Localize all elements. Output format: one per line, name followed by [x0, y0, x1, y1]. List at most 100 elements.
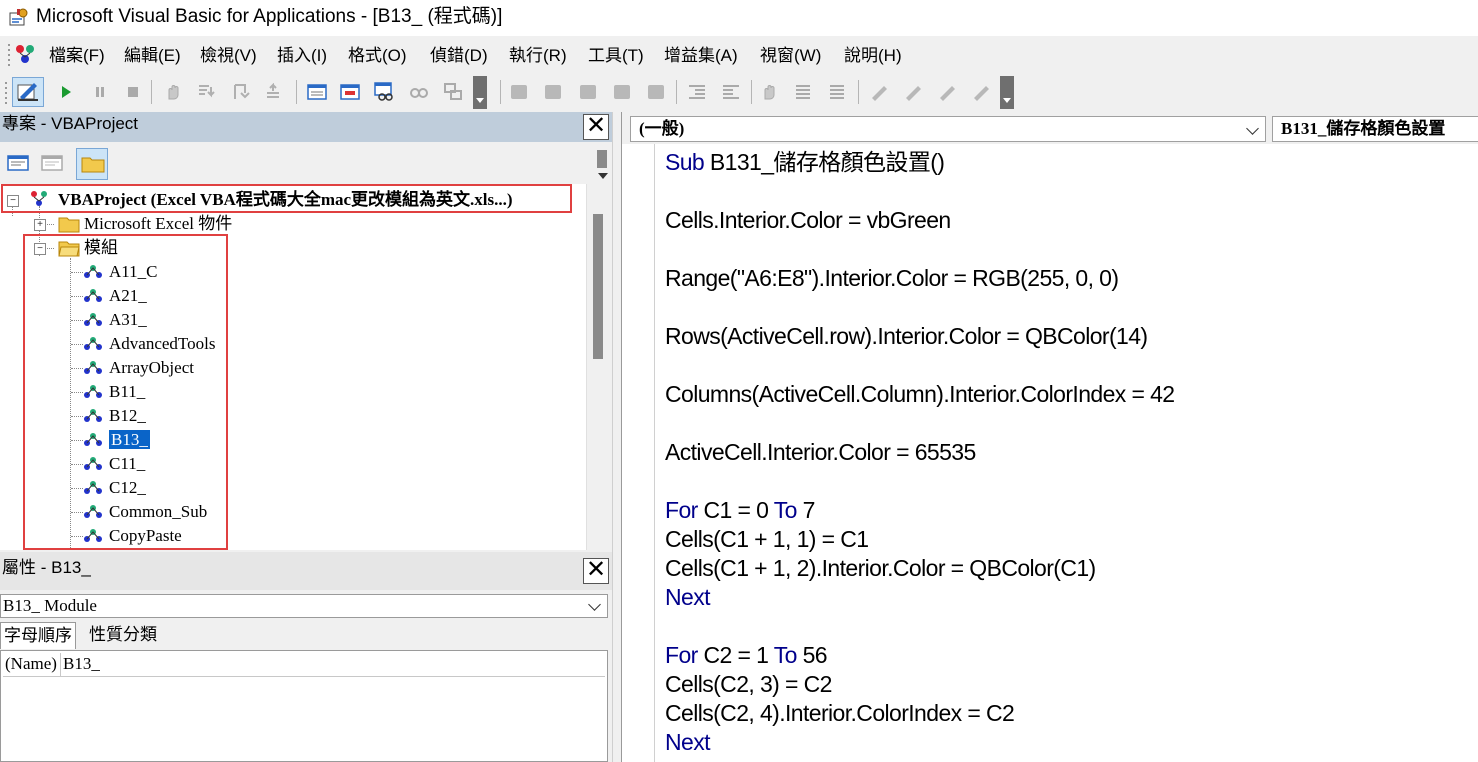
clear-bookmarks-button[interactable]: [968, 79, 994, 105]
parameter-info-icon: [614, 85, 630, 99]
code-keyword: Sub: [665, 149, 705, 175]
immediate-window-button[interactable]: [338, 79, 364, 105]
code-text: Cells(C1 + 1, 2).Interior.Color = QBColo…: [665, 555, 1096, 581]
code-line[interactable]: Cells(C2, 4).Interior.ColorIndex = C2: [665, 699, 1015, 728]
code-line[interactable]: Range("A6:E8").Interior.Color = RGB(255,…: [665, 264, 1119, 293]
code-line[interactable]: Rows(ActiveCell.row).Interior.Color = QB…: [665, 322, 1148, 351]
menu-debug[interactable]: 偵錯(D): [430, 46, 488, 66]
locals-window-button[interactable]: [304, 79, 330, 105]
menu-help[interactable]: 說明(H): [844, 46, 902, 66]
parameter-info-button[interactable]: [609, 79, 635, 105]
immediate-window-icon: [340, 84, 360, 100]
code-line[interactable]: Cells(C1 + 1, 2).Interior.Color = QBColo…: [665, 554, 1096, 583]
menu-run[interactable]: 執行(R): [509, 46, 567, 66]
view-object-button[interactable]: [40, 152, 66, 176]
code-text: C2 = 1: [697, 642, 774, 668]
menu-tools[interactable]: 工具(T): [588, 46, 644, 66]
project-scroll-up-area[interactable]: [594, 148, 612, 184]
menu-view[interactable]: 檢視(V): [200, 46, 257, 66]
menu-window[interactable]: 視窗(W): [760, 46, 821, 66]
folder-icon: [81, 157, 105, 173]
chevron-down-icon[interactable]: [1246, 122, 1259, 135]
code-editor[interactable]: Sub B131_儲存格顏色設置() Cells.Interior.Color =…: [622, 144, 1478, 762]
toolbar-grip-icon[interactable]: [4, 80, 10, 106]
outdent-button[interactable]: [718, 79, 744, 105]
menu-addins[interactable]: 增益集(A): [664, 46, 738, 66]
code-line[interactable]: Next: [665, 583, 711, 612]
chevron-down-icon[interactable]: [588, 598, 601, 611]
project-tree-scroll-thumb[interactable]: [593, 214, 603, 359]
code-line[interactable]: Sub B131_儲存格顏色設置(): [665, 148, 945, 177]
title-bar: Microsoft Visual Basic for Applications …: [0, 0, 1478, 36]
comment-block-button[interactable]: [790, 79, 816, 105]
excel-objects-expand-toggle[interactable]: +: [34, 219, 46, 231]
window-title: Microsoft Visual Basic for Applications …: [36, 6, 503, 27]
code-line[interactable]: Cells.Interior.Color = vbGreen: [665, 206, 951, 235]
code-line[interactable]: Cells(C2, 3) = C2: [665, 670, 832, 699]
vba-modules-icon: [16, 45, 34, 63]
toolbar-options-chevron[interactable]: [473, 76, 487, 109]
view-code-icon: [7, 155, 29, 171]
quick-info-icon: [580, 85, 596, 99]
properties-grid: (Name) B13_: [0, 650, 608, 762]
project-tree: − VBAProject (Excel VBA程式碼大全mac更改模組為英文.x…: [0, 184, 612, 550]
code-line[interactable]: For C2 = 1 To 56: [665, 641, 828, 670]
code-line[interactable]: Next: [665, 728, 711, 757]
pane-splitter[interactable]: [612, 112, 622, 762]
list-constants-button[interactable]: [540, 79, 566, 105]
code-line[interactable]: Columns(ActiveCell.Column).Interior.Colo…: [665, 380, 1175, 409]
reset-button[interactable]: [120, 79, 146, 105]
code-text: Cells(C2, 3) = C2: [665, 671, 832, 697]
previous-bookmark-button[interactable]: [934, 79, 960, 105]
properties-pane-title-text: 屬性 - B13_: [2, 558, 91, 577]
uncomment-block-button[interactable]: [824, 79, 850, 105]
run-button[interactable]: [53, 79, 79, 105]
properties-object-combo[interactable]: B13_ Module: [0, 594, 608, 618]
step-over-button[interactable]: [228, 79, 254, 105]
code-line[interactable]: Cells(C1 + 1, 1) = C1: [665, 525, 869, 554]
toolbar2-options-chevron[interactable]: [1000, 76, 1014, 109]
view-code-button[interactable]: [6, 152, 32, 176]
code-text: B131_儲存格顏色設置(): [704, 149, 945, 175]
code-line[interactable]: For C1 = 0 To 7: [665, 496, 815, 525]
design-mode-icon: [17, 83, 38, 101]
design-mode-button[interactable]: [12, 77, 44, 107]
toggle-breakpoint-button[interactable]: [160, 79, 186, 105]
tab-alphabetic[interactable]: 字母順序: [0, 622, 76, 649]
menu-edit[interactable]: 編輯(E): [124, 46, 181, 66]
menu-format[interactable]: 格式(O): [348, 46, 407, 66]
procedure-combo[interactable]: B131_儲存格顏色設置: [1272, 116, 1478, 142]
next-bookmark-button[interactable]: [900, 79, 926, 105]
call-stack-button[interactable]: [440, 79, 466, 105]
code-line[interactable]: ActiveCell.Interior.Color = 65535: [665, 438, 976, 467]
toggle-bookmark-button[interactable]: [866, 79, 892, 105]
list-constants-icon: [545, 85, 561, 99]
menu-insert[interactable]: 插入(I): [277, 46, 327, 66]
menu-file[interactable]: 檔案(F): [49, 46, 105, 66]
property-name-cell[interactable]: (Name): [3, 653, 61, 677]
code-keyword: For: [665, 642, 698, 668]
list-properties-button[interactable]: [506, 79, 532, 105]
close-properties-pane-button[interactable]: ✕: [583, 558, 609, 584]
step-out-button[interactable]: [262, 79, 288, 105]
break-icon: [96, 87, 104, 97]
break-button[interactable]: [87, 79, 113, 105]
tab-categorized[interactable]: 性質分類: [86, 622, 160, 648]
toggle-breakpoint2-button[interactable]: [756, 79, 782, 105]
list-properties-icon: [511, 85, 527, 99]
tree-excel-objects[interactable]: Microsoft Excel 物件: [84, 213, 232, 235]
project-tree-scrollbar[interactable]: [586, 184, 612, 550]
grip-icon[interactable]: [6, 42, 14, 68]
quick-watch-button[interactable]: [406, 79, 432, 105]
code-margin-indicator-bar[interactable]: [622, 144, 655, 762]
quick-info-button[interactable]: [575, 79, 601, 105]
object-combo[interactable]: (一般): [630, 116, 1266, 142]
step-into-button[interactable]: [194, 79, 220, 105]
property-value-cell[interactable]: B13_: [61, 653, 605, 677]
toggle-folders-button[interactable]: [76, 148, 108, 180]
scroll-down-icon[interactable]: [597, 172, 609, 180]
close-project-pane-button[interactable]: ✕: [583, 114, 609, 140]
complete-word-button[interactable]: [643, 79, 669, 105]
indent-button[interactable]: [684, 79, 710, 105]
watch-window-button[interactable]: [372, 79, 398, 105]
